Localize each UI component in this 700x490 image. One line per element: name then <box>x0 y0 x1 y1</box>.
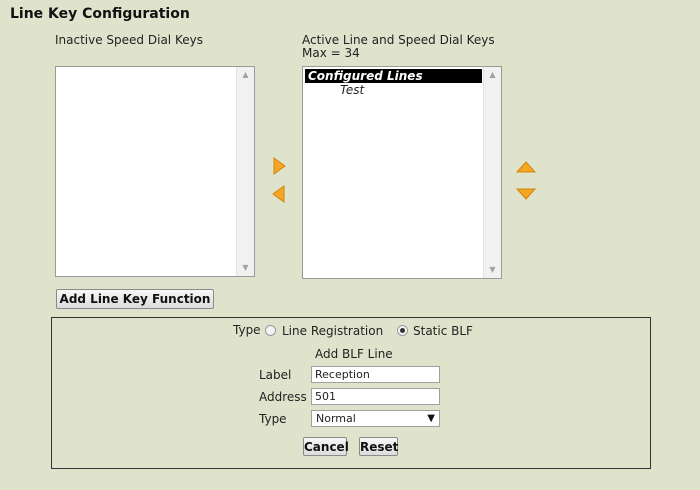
inactive-keys-list[interactable]: ▲ ▼ <box>55 66 255 277</box>
address-input[interactable]: 501 <box>311 388 440 405</box>
list-item-configured-lines[interactable]: Configured Lines <box>305 69 482 83</box>
scroll-up-icon[interactable]: ▲ <box>237 67 254 83</box>
inactive-list-scrollbar[interactable]: ▲ ▼ <box>236 67 254 276</box>
reset-button[interactable]: Reset <box>359 437 398 456</box>
inactive-keys-header: Inactive Speed Dial Keys <box>55 33 203 47</box>
active-keys-list[interactable]: Configured Lines Test ▲ ▼ <box>302 66 502 279</box>
move-up-icon[interactable] <box>516 160 536 174</box>
type-select-value: Normal <box>316 412 356 425</box>
move-left-icon[interactable] <box>272 185 286 203</box>
scroll-down-icon[interactable]: ▼ <box>484 262 501 278</box>
scroll-down-icon[interactable]: ▼ <box>237 260 254 276</box>
active-list-scrollbar[interactable]: ▲ ▼ <box>483 67 501 278</box>
page-title: Line Key Configuration <box>10 6 190 22</box>
active-keys-header: Active Line and Speed Dial Keys <box>302 33 495 47</box>
scroll-up-icon[interactable]: ▲ <box>484 67 501 83</box>
type-select[interactable]: Normal ▼ <box>311 410 440 427</box>
label-field-label: Label <box>259 368 292 382</box>
type-label: Type <box>233 323 261 337</box>
move-right-icon[interactable] <box>272 157 286 175</box>
cancel-button[interactable]: Cancel <box>303 437 349 456</box>
dropdown-caret-icon: ▼ <box>427 413 435 424</box>
radio-static-blf-label[interactable]: Static BLF <box>413 324 473 338</box>
list-item[interactable]: Test <box>340 83 364 97</box>
move-down-icon[interactable] <box>516 187 536 201</box>
section-title: Add BLF Line <box>315 347 393 361</box>
radio-line-registration[interactable] <box>265 325 276 336</box>
address-field-label: Address <box>259 390 307 404</box>
radio-static-blf[interactable] <box>397 325 408 336</box>
label-input[interactable]: Reception <box>311 366 440 383</box>
type-select-label: Type <box>259 412 287 426</box>
active-keys-max: Max = 34 <box>302 46 360 60</box>
add-line-key-function-button[interactable]: Add Line Key Function <box>56 289 214 309</box>
radio-line-registration-label[interactable]: Line Registration <box>282 324 383 338</box>
